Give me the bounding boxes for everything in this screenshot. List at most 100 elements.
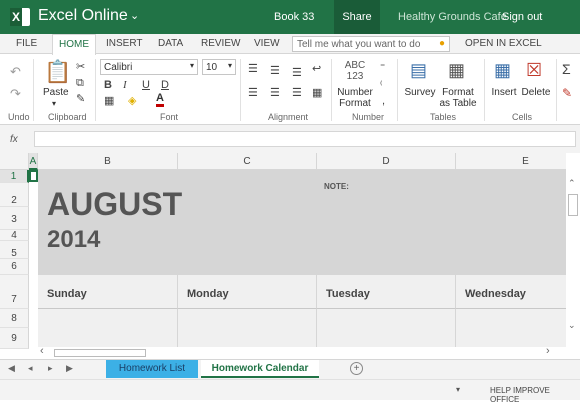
align-bottom-icon[interactable]: ☰ — [292, 67, 302, 80]
column-header-d[interactable]: D — [317, 153, 456, 170]
select-all-corner[interactable] — [0, 153, 29, 170]
wrap-text-icon[interactable]: ↩ — [312, 63, 321, 76]
autosum-icon[interactable]: Σ — [562, 62, 571, 76]
last-sheet-icon[interactable]: ▶ — [66, 363, 73, 374]
number-format-icon[interactable]: ABC 123 — [340, 60, 370, 82]
scroll-up-icon[interactable]: ⌃ — [568, 178, 576, 189]
redo-icon[interactable]: ↷ — [10, 87, 21, 100]
row-header-8[interactable]: 8 — [0, 309, 29, 328]
delete-cells-icon[interactable]: ☒ — [526, 61, 542, 79]
align-left-icon[interactable]: ☰ — [248, 87, 258, 100]
chevron-down-icon[interactable]: ⌄ — [130, 9, 139, 22]
survey-icon[interactable]: ▤ — [410, 61, 427, 79]
format-as-table-button-label[interactable]: Format as Table — [436, 87, 480, 109]
paste-icon[interactable]: 📋 — [44, 61, 71, 83]
fill-color-icon[interactable]: ◈ — [128, 95, 136, 108]
calendar-month[interactable]: AUGUST — [47, 186, 182, 223]
site-name[interactable]: Healthy Grounds Cafe — [398, 11, 507, 23]
day-header-monday[interactable]: Monday — [178, 275, 317, 309]
undo-icon[interactable]: ↶ — [10, 65, 21, 78]
excel-logo-icon[interactable]: X — [10, 8, 30, 26]
borders-icon[interactable]: ▦ — [104, 95, 114, 108]
underline-button[interactable]: U — [142, 79, 150, 91]
survey-button-label[interactable]: Survey — [404, 87, 436, 98]
font-color-icon[interactable]: A — [156, 93, 164, 107]
tab-insert[interactable]: INSERT — [106, 38, 143, 49]
scroll-down-icon[interactable]: ⌄ — [568, 320, 576, 331]
double-underline-button[interactable]: D — [161, 79, 169, 91]
decrease-decimal-icon[interactable]: ⁽ — [380, 79, 382, 92]
tab-data[interactable]: DATA — [158, 38, 183, 49]
align-right-icon[interactable]: ☰ — [292, 87, 302, 100]
copy-icon[interactable]: ⧉ — [76, 77, 84, 90]
italic-button[interactable]: I — [123, 79, 127, 91]
tab-view[interactable]: VIEW — [254, 38, 280, 49]
open-in-excel-button[interactable]: OPEN IN EXCEL — [465, 38, 542, 49]
day-cell[interactable] — [38, 309, 178, 349]
row-header-3[interactable]: 3 — [0, 207, 29, 230]
share-button[interactable]: Share — [334, 0, 380, 34]
column-a-cells[interactable] — [29, 170, 38, 349]
paste-button-label[interactable]: Paste — [43, 87, 69, 98]
app-name[interactable]: Excel Online — [38, 7, 128, 25]
formula-input[interactable] — [34, 131, 576, 147]
row-header-2[interactable]: 2 — [0, 183, 29, 207]
add-sheet-icon[interactable]: + — [350, 362, 363, 375]
vertical-scrollbar[interactable]: ⌃ ⌄ — [566, 170, 580, 338]
tell-me-input[interactable]: Tell me what you want to do ● — [292, 36, 450, 52]
row-header-1[interactable]: 1 — [0, 170, 29, 183]
day-cell[interactable] — [178, 309, 317, 349]
sheet-tab-homework-calendar[interactable]: Homework Calendar — [201, 360, 319, 378]
cut-icon[interactable]: ✂ — [76, 61, 85, 74]
note-label[interactable]: NOTE: — [324, 182, 349, 191]
help-improve-office-link[interactable]: HELP IMPROVE OFFICE — [490, 386, 580, 404]
day-cell[interactable] — [456, 309, 566, 349]
status-dropdown-icon[interactable]: ▾ — [456, 385, 460, 394]
horizontal-scroll-thumb[interactable] — [54, 349, 146, 357]
day-header-tuesday[interactable]: Tuesday — [317, 275, 456, 309]
sheet-tab-homework-list[interactable]: Homework List — [106, 360, 198, 378]
row-header-9[interactable]: 9 — [0, 328, 29, 349]
day-header-sunday[interactable]: Sunday — [38, 275, 178, 309]
delete-button-label[interactable]: Delete — [520, 87, 552, 98]
font-size-select[interactable]: 10 ▾ — [202, 59, 236, 75]
prev-sheet-icon[interactable]: ◂ — [28, 363, 33, 374]
align-center-icon[interactable]: ☰ — [270, 87, 280, 100]
day-header-wednesday[interactable]: Wednesday — [456, 275, 566, 309]
tab-review[interactable]: REVIEW — [201, 38, 240, 49]
tab-file[interactable]: FILE — [16, 38, 37, 49]
align-top-icon[interactable]: ☰ — [248, 63, 258, 76]
align-middle-icon[interactable]: ☰ — [270, 65, 280, 78]
font-name-select[interactable]: Calibri ▾ — [100, 59, 198, 75]
number-format-button-label[interactable]: Number Format — [334, 87, 376, 109]
paste-dropdown-icon[interactable]: ▾ — [52, 98, 56, 109]
day-cell[interactable] — [317, 309, 456, 349]
active-cell-a1[interactable] — [29, 170, 38, 182]
sign-out-link[interactable]: Sign out — [502, 11, 542, 23]
row-header-7[interactable]: 7 — [0, 275, 29, 309]
comma-style-icon[interactable]: , — [382, 95, 385, 108]
insert-cells-icon[interactable]: ▦ — [494, 61, 511, 79]
row-header-4[interactable]: 4 — [0, 230, 29, 241]
horizontal-scrollbar[interactable]: ‹ › — [38, 345, 566, 359]
clear-icon[interactable]: ✎ — [562, 87, 572, 100]
fx-icon[interactable]: fx — [10, 134, 18, 145]
column-header-a[interactable]: A — [29, 153, 38, 170]
row-header-5[interactable]: 5 — [0, 241, 29, 259]
next-sheet-icon[interactable]: ▸ — [48, 363, 53, 374]
tab-home[interactable]: HOME — [52, 34, 96, 55]
column-header-c[interactable]: C — [178, 153, 317, 170]
format-as-table-icon[interactable]: ▦ — [448, 61, 465, 79]
merge-center-icon[interactable]: ▦ — [312, 87, 322, 100]
first-sheet-icon[interactable]: ◀ — [8, 363, 15, 374]
column-header-b[interactable]: B — [38, 153, 178, 170]
vertical-scroll-thumb[interactable] — [568, 194, 578, 216]
bold-button[interactable]: B — [104, 79, 112, 91]
format-painter-icon[interactable]: ✎ — [76, 93, 85, 106]
insert-button-label[interactable]: Insert — [488, 87, 520, 98]
column-header-e[interactable]: E — [456, 153, 566, 170]
workbook-name[interactable]: Book 33 — [274, 11, 314, 23]
calendar-year[interactable]: 2014 — [47, 226, 100, 254]
increase-decimal-icon[interactable]: ⁼ — [380, 61, 385, 74]
row-header-6[interactable]: 6 — [0, 259, 29, 275]
